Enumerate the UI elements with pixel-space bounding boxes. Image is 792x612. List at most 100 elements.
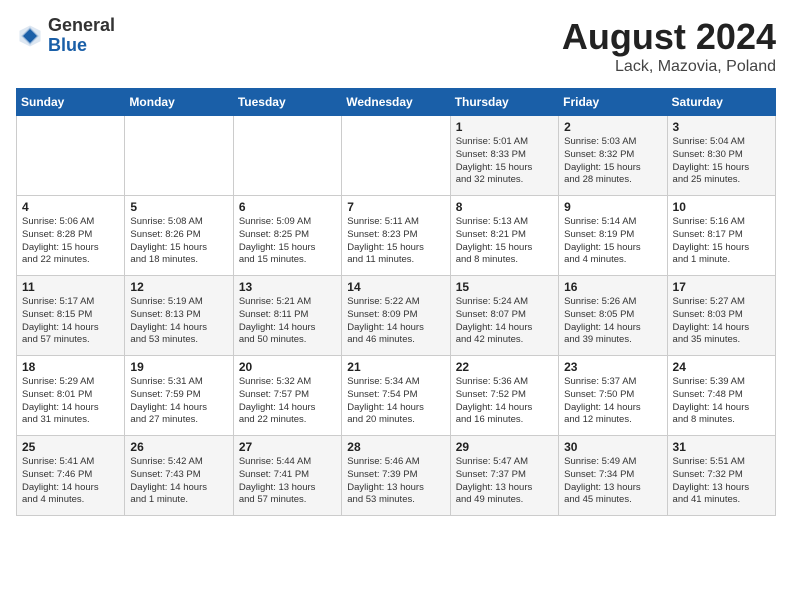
cell-content: Sunrise: 5:49 AM Sunset: 7:34 PM Dayligh… [564, 456, 661, 507]
cell-content: Sunrise: 5:34 AM Sunset: 7:54 PM Dayligh… [347, 376, 444, 427]
calendar-cell: 29Sunrise: 5:47 AM Sunset: 7:37 PM Dayli… [450, 436, 558, 516]
weekday-header-monday: Monday [125, 89, 233, 116]
day-number: 3 [673, 120, 770, 134]
calendar-cell: 27Sunrise: 5:44 AM Sunset: 7:41 PM Dayli… [233, 436, 341, 516]
calendar-cell: 6Sunrise: 5:09 AM Sunset: 8:25 PM Daylig… [233, 196, 341, 276]
cell-content: Sunrise: 5:29 AM Sunset: 8:01 PM Dayligh… [22, 376, 119, 427]
page-header: General Blue August 2024 Lack, Mazovia, … [16, 16, 776, 76]
weekday-header-friday: Friday [559, 89, 667, 116]
cell-content: Sunrise: 5:14 AM Sunset: 8:19 PM Dayligh… [564, 216, 661, 267]
calendar-week-row: 25Sunrise: 5:41 AM Sunset: 7:46 PM Dayli… [17, 436, 776, 516]
day-number: 6 [239, 200, 336, 214]
calendar-cell [17, 116, 125, 196]
cell-content: Sunrise: 5:17 AM Sunset: 8:15 PM Dayligh… [22, 296, 119, 347]
cell-content: Sunrise: 5:41 AM Sunset: 7:46 PM Dayligh… [22, 456, 119, 507]
calendar-cell: 13Sunrise: 5:21 AM Sunset: 8:11 PM Dayli… [233, 276, 341, 356]
calendar-week-row: 1 Sunrise: 5:01 AM Sunset: 8:33 PM Daylig… [17, 116, 776, 196]
calendar-cell: 10 Sunrise: 5:16 AM Sunset: 8:17 PM Dayli… [667, 196, 775, 276]
calendar-cell: 17 Sunrise: 5:27 AM Sunset: 8:03 PM Dayli… [667, 276, 775, 356]
day-number: 16 [564, 280, 661, 294]
weekday-header-saturday: Saturday [667, 89, 775, 116]
day-number: 30 [564, 440, 661, 454]
cell-content: Sunrise: 5:36 AM Sunset: 7:52 PM Dayligh… [456, 376, 553, 427]
weekday-header-sunday: Sunday [17, 89, 125, 116]
calendar-cell: 30 Sunrise: 5:49 AM Sunset: 7:34 PM Dayli… [559, 436, 667, 516]
day-number: 17 [673, 280, 770, 294]
day-number: 22 [456, 360, 553, 374]
calendar-table: SundayMondayTuesdayWednesdayThursdayFrid… [16, 88, 776, 516]
calendar-cell: 28 Sunrise: 5:46 AM Sunset: 7:39 PM Dayli… [342, 436, 450, 516]
calendar-cell: 31Sunrise: 5:51 AM Sunset: 7:32 PM Dayli… [667, 436, 775, 516]
cell-content: Sunrise: 5:24 AM Sunset: 8:07 PM Dayligh… [456, 296, 553, 347]
calendar-cell: 7 Sunrise: 5:11 AM Sunset: 8:23 PM Daylig… [342, 196, 450, 276]
calendar-cell: 4Sunrise: 5:06 AM Sunset: 8:28 PM Daylig… [17, 196, 125, 276]
cell-content: Sunrise: 5:22 AM Sunset: 8:09 PM Dayligh… [347, 296, 444, 347]
cell-content: Sunrise: 5:46 AM Sunset: 7:39 PM Dayligh… [347, 456, 444, 507]
day-number: 8 [456, 200, 553, 214]
cell-content: Sunrise: 5:16 AM Sunset: 8:17 PM Dayligh… [673, 216, 770, 267]
logo-icon [16, 22, 44, 50]
calendar-cell: 21 Sunrise: 5:34 AM Sunset: 7:54 PM Dayli… [342, 356, 450, 436]
month-year: August 2024 [562, 16, 776, 58]
day-number: 19 [130, 360, 227, 374]
day-number: 2 [564, 120, 661, 134]
calendar-cell: 24 Sunrise: 5:39 AM Sunset: 7:48 PM Dayli… [667, 356, 775, 436]
calendar-cell: 26Sunrise: 5:42 AM Sunset: 7:43 PM Dayli… [125, 436, 233, 516]
calendar-cell: 11Sunrise: 5:17 AM Sunset: 8:15 PM Dayli… [17, 276, 125, 356]
calendar-cell: 12 Sunrise: 5:19 AM Sunset: 8:13 PM Dayli… [125, 276, 233, 356]
calendar-cell: 23 Sunrise: 5:37 AM Sunset: 7:50 PM Dayli… [559, 356, 667, 436]
cell-content: Sunrise: 5:03 AM Sunset: 8:32 PM Dayligh… [564, 136, 661, 187]
logo-text: General Blue [48, 16, 115, 56]
calendar-week-row: 4Sunrise: 5:06 AM Sunset: 8:28 PM Daylig… [17, 196, 776, 276]
day-number: 10 [673, 200, 770, 214]
day-number: 14 [347, 280, 444, 294]
day-number: 5 [130, 200, 227, 214]
day-number: 28 [347, 440, 444, 454]
logo: General Blue [16, 16, 115, 56]
day-number: 21 [347, 360, 444, 374]
day-number: 20 [239, 360, 336, 374]
cell-content: Sunrise: 5:26 AM Sunset: 8:05 PM Dayligh… [564, 296, 661, 347]
calendar-cell: 15 Sunrise: 5:24 AM Sunset: 8:07 PM Dayli… [450, 276, 558, 356]
calendar-cell: 9 Sunrise: 5:14 AM Sunset: 8:19 PM Daylig… [559, 196, 667, 276]
title-block: August 2024 Lack, Mazovia, Poland [562, 16, 776, 76]
day-number: 29 [456, 440, 553, 454]
cell-content: Sunrise: 5:13 AM Sunset: 8:21 PM Dayligh… [456, 216, 553, 267]
calendar-cell: 16 Sunrise: 5:26 AM Sunset: 8:05 PM Dayli… [559, 276, 667, 356]
calendar-cell: 1 Sunrise: 5:01 AM Sunset: 8:33 PM Daylig… [450, 116, 558, 196]
calendar-cell: 20Sunrise: 5:32 AM Sunset: 7:57 PM Dayli… [233, 356, 341, 436]
calendar-cell: 18 Sunrise: 5:29 AM Sunset: 8:01 PM Dayli… [17, 356, 125, 436]
day-number: 24 [673, 360, 770, 374]
calendar-cell: 3 Sunrise: 5:04 AM Sunset: 8:30 PM Daylig… [667, 116, 775, 196]
day-number: 26 [130, 440, 227, 454]
day-number: 23 [564, 360, 661, 374]
calendar-cell: 25Sunrise: 5:41 AM Sunset: 7:46 PM Dayli… [17, 436, 125, 516]
cell-content: Sunrise: 5:31 AM Sunset: 7:59 PM Dayligh… [130, 376, 227, 427]
cell-content: Sunrise: 5:04 AM Sunset: 8:30 PM Dayligh… [673, 136, 770, 187]
cell-content: Sunrise: 5:08 AM Sunset: 8:26 PM Dayligh… [130, 216, 227, 267]
day-number: 7 [347, 200, 444, 214]
calendar-cell: 8 Sunrise: 5:13 AM Sunset: 8:21 PM Daylig… [450, 196, 558, 276]
day-number: 18 [22, 360, 119, 374]
calendar-week-row: 18 Sunrise: 5:29 AM Sunset: 8:01 PM Dayli… [17, 356, 776, 436]
day-number: 1 [456, 120, 553, 134]
day-number: 27 [239, 440, 336, 454]
day-number: 9 [564, 200, 661, 214]
cell-content: Sunrise: 5:21 AM Sunset: 8:11 PM Dayligh… [239, 296, 336, 347]
cell-content: Sunrise: 5:27 AM Sunset: 8:03 PM Dayligh… [673, 296, 770, 347]
calendar-cell: 22 Sunrise: 5:36 AM Sunset: 7:52 PM Dayli… [450, 356, 558, 436]
weekday-header-tuesday: Tuesday [233, 89, 341, 116]
cell-content: Sunrise: 5:37 AM Sunset: 7:50 PM Dayligh… [564, 376, 661, 427]
cell-content: Sunrise: 5:19 AM Sunset: 8:13 PM Dayligh… [130, 296, 227, 347]
calendar-cell [233, 116, 341, 196]
calendar-cell: 2 Sunrise: 5:03 AM Sunset: 8:32 PM Daylig… [559, 116, 667, 196]
cell-content: Sunrise: 5:11 AM Sunset: 8:23 PM Dayligh… [347, 216, 444, 267]
cell-content: Sunrise: 5:06 AM Sunset: 8:28 PM Dayligh… [22, 216, 119, 267]
cell-content: Sunrise: 5:39 AM Sunset: 7:48 PM Dayligh… [673, 376, 770, 427]
cell-content: Sunrise: 5:01 AM Sunset: 8:33 PM Dayligh… [456, 136, 553, 187]
calendar-cell [342, 116, 450, 196]
calendar-week-row: 11Sunrise: 5:17 AM Sunset: 8:15 PM Dayli… [17, 276, 776, 356]
weekday-header-wednesday: Wednesday [342, 89, 450, 116]
day-number: 15 [456, 280, 553, 294]
day-number: 12 [130, 280, 227, 294]
